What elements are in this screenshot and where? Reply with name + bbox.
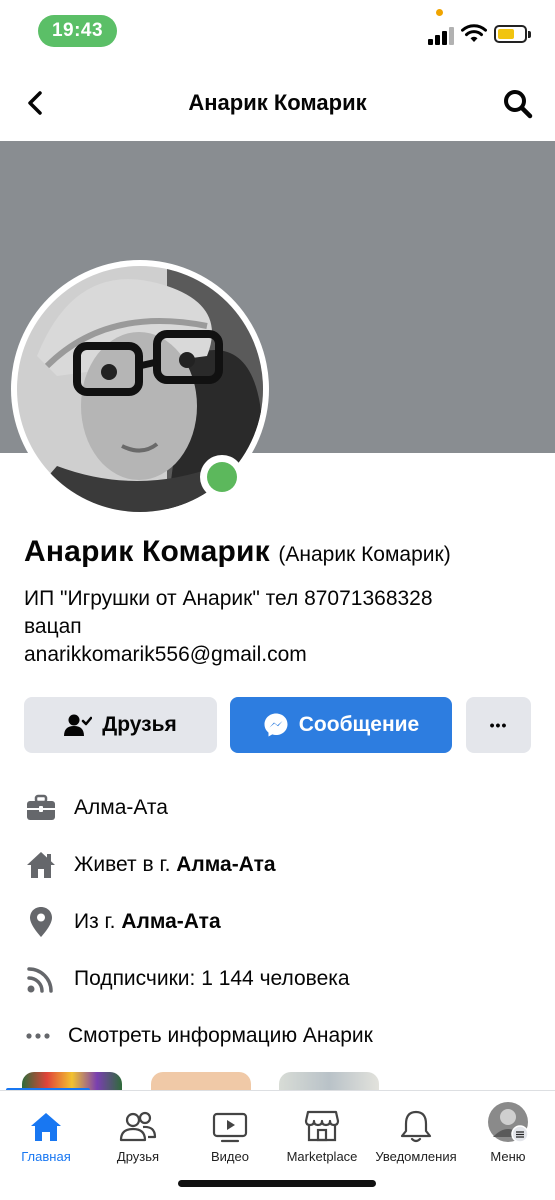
rss-followers-icon [24, 962, 58, 996]
tab-label: Главная [21, 1149, 71, 1164]
more-dots-icon: ••• [489, 717, 508, 733]
bio-line: вацап [24, 615, 82, 638]
search-icon [504, 90, 533, 119]
see-more-info-text: Смотреть информацию Анарик [68, 1024, 373, 1047]
detail-lives-prefix: Живет в г. [74, 853, 171, 876]
tab-label: Видео [211, 1149, 249, 1164]
cellular-signal-icon [428, 27, 454, 45]
video-icon [184, 1091, 276, 1143]
page-title: Анарик Комарик [188, 90, 367, 115]
profile-name: Анарик Комарик [24, 535, 270, 568]
profile-alt-name: (Анарик Комарик) [278, 543, 451, 566]
tab-video[interactable]: Видео [184, 1091, 276, 1171]
detail-work: Алма-Ата [24, 788, 168, 828]
detail-from-prefix: Из г. [74, 910, 116, 933]
home-icon [0, 1091, 92, 1143]
friends-icon [92, 1091, 184, 1143]
location-pin-icon [24, 905, 58, 939]
more-horizontal-icon [24, 1019, 52, 1053]
detail-followers[interactable]: Подписчики: 1 144 человека [24, 959, 350, 999]
tab-home[interactable]: Главная [0, 1091, 92, 1171]
battery-icon [494, 25, 531, 43]
home-indicator[interactable] [178, 1180, 376, 1187]
status-time: 19:43 [38, 15, 117, 47]
marketplace-icon [276, 1091, 368, 1143]
more-options-button[interactable]: ••• [466, 697, 531, 753]
message-button-label: Сообщение [298, 713, 420, 736]
detail-work-text: Алма-Ата [74, 796, 168, 819]
see-more-info-link[interactable]: Смотреть информацию Анарик [24, 1016, 373, 1056]
message-button[interactable]: Сообщение [230, 697, 452, 753]
tab-label: Друзья [116, 1149, 160, 1164]
online-status-indicator [200, 455, 244, 499]
messenger-icon [263, 712, 289, 738]
detail-followers-text: Подписчики: 1 144 человека [74, 967, 350, 990]
tab-friends[interactable]: Друзья [92, 1091, 184, 1171]
bell-icon [370, 1091, 462, 1143]
tab-notifications[interactable]: Уведомления [370, 1091, 462, 1171]
mic-indicator-icon [436, 9, 443, 16]
detail-from-city[interactable]: Алма-Ата [121, 910, 220, 934]
profile-header: Анарик Комарик [0, 70, 555, 138]
detail-lives-in: Живет в г. Алма-Ата [24, 845, 276, 885]
detail-lives-city[interactable]: Алма-Ата [176, 853, 275, 877]
tab-label: Marketplace [286, 1149, 358, 1164]
briefcase-icon [24, 791, 58, 825]
profile-bio: ИП "Игрушки от Анарик" тел 87071368328 в… [24, 585, 539, 669]
detail-from: Из г. Алма-Ата [24, 902, 221, 942]
tab-marketplace[interactable]: Marketplace [276, 1091, 368, 1171]
tab-menu[interactable]: Меню [462, 1091, 554, 1171]
featured-photo-thumbnail[interactable] [279, 1072, 379, 1092]
search-button[interactable] [500, 86, 536, 122]
house-icon [24, 848, 58, 882]
friends-button[interactable]: Друзья [24, 697, 217, 753]
friends-button-label: Друзья [102, 713, 177, 736]
featured-photo-thumbnail[interactable] [151, 1072, 251, 1092]
tab-label: Меню [490, 1149, 526, 1164]
tab-label: Уведомления [375, 1149, 457, 1164]
bio-line: anarikkomarik556@gmail.com [24, 643, 307, 666]
friend-check-icon [64, 713, 93, 737]
profile-name-row: Анарик Комарик (Анарик Комарик) [24, 535, 451, 569]
status-bar: 19:43 [0, 0, 555, 62]
menu-avatar-icon [462, 1091, 554, 1143]
wifi-icon [461, 24, 487, 42]
bio-line: ИП "Игрушки от Анарик" тел 87071368328 [24, 587, 433, 610]
